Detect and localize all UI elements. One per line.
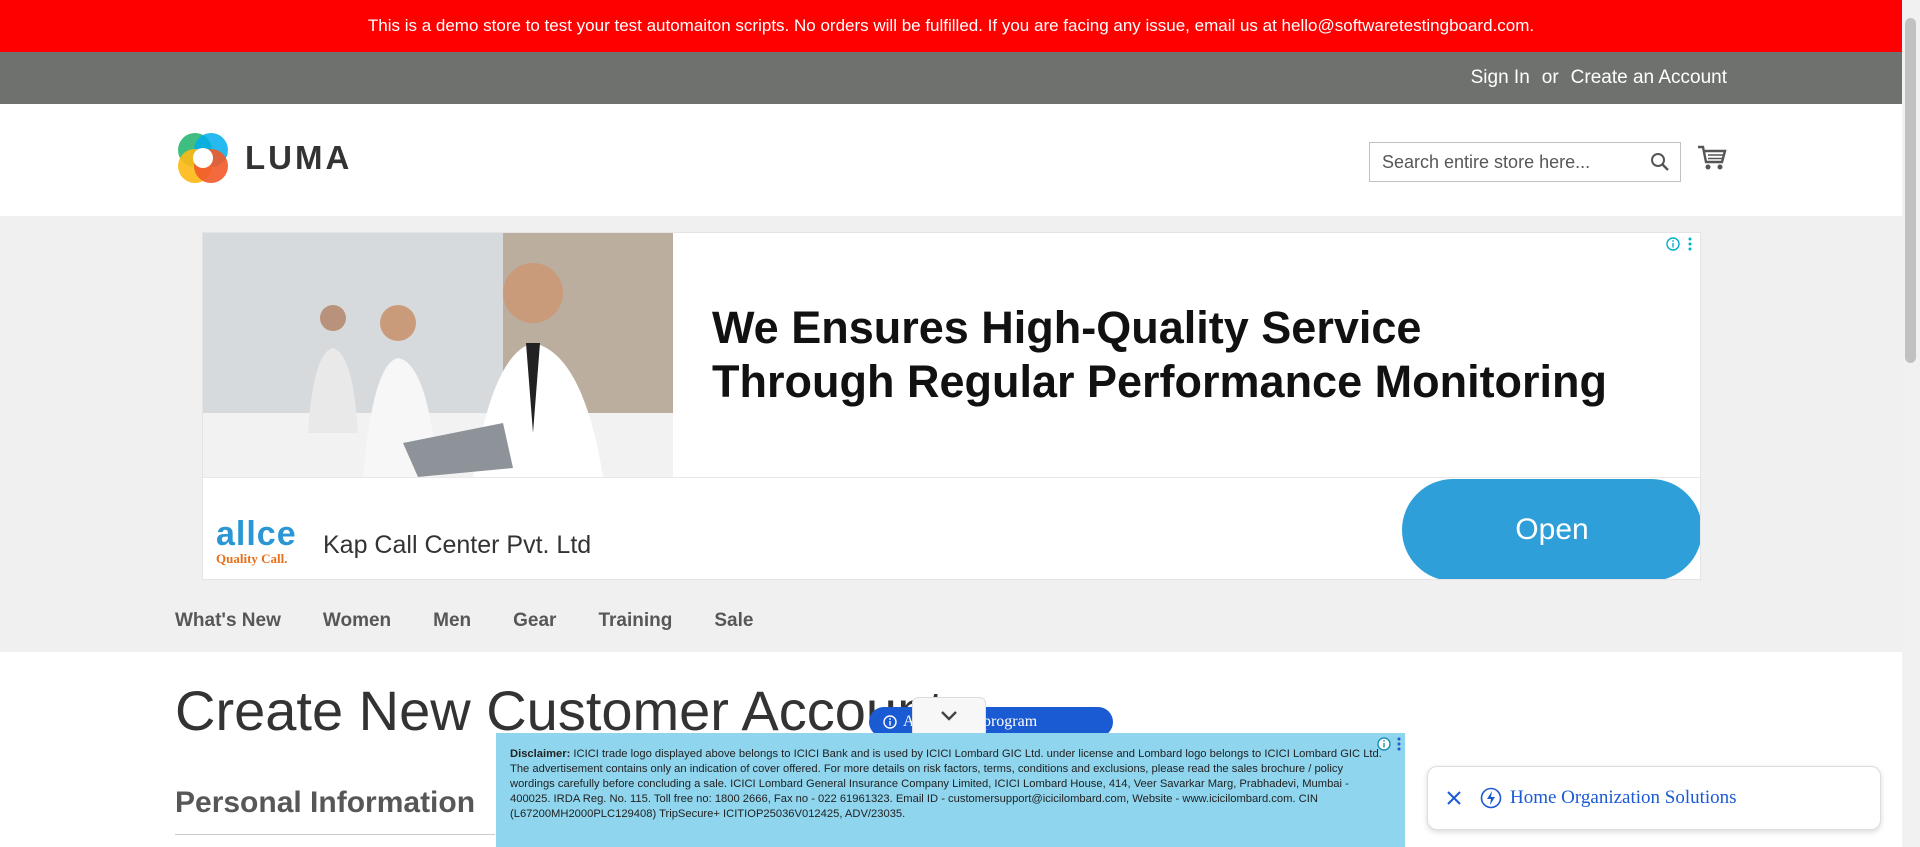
ad-photo-illustration — [203, 233, 673, 477]
ad-photo — [203, 233, 673, 477]
nav-item-gear[interactable]: Gear — [513, 610, 556, 632]
lightning-icon — [1480, 787, 1502, 809]
advertiser-logo-tagline: Quality Call. — [216, 551, 288, 566]
side-ad-chip[interactable]: Home Organization Solutions — [1427, 766, 1881, 830]
demo-banner-text: This is a demo store to test your test a… — [367, 16, 1535, 35]
disclaimer-info-icon[interactable] — [1377, 737, 1391, 751]
ad-banner[interactable]: We Ensures High-Quality Service Through … — [202, 232, 1701, 580]
nav-item-sale[interactable]: Sale — [714, 610, 753, 632]
scrollbar-thumb[interactable] — [1905, 18, 1916, 363]
advertiser-logo: allce Quality Call. — [216, 517, 308, 567]
ad-menu-icon[interactable] — [1688, 237, 1692, 251]
disclaimer-text: ICICI trade logo displayed above belongs… — [510, 748, 1382, 820]
marketing-info-icon — [883, 715, 897, 729]
collapse-ad-button[interactable] — [912, 697, 986, 735]
nav-item-men[interactable]: Men — [433, 610, 471, 632]
search-input[interactable] — [1380, 143, 1644, 181]
ad-divider — [203, 477, 1700, 478]
nav-item-women[interactable]: Women — [323, 610, 391, 632]
ad-area: We Ensures High-Quality Service Through … — [0, 216, 1902, 652]
logo-wordmark: LUMA — [245, 139, 353, 176]
ad-open-button[interactable]: Open — [1402, 479, 1700, 579]
main-navigation: What's New Women Men Gear Training Sale — [175, 610, 795, 632]
panel-header: Sign In or Create an Account — [0, 52, 1902, 104]
demo-store-banner: This is a demo store to test your test a… — [0, 0, 1902, 52]
cart-icon[interactable] — [1697, 144, 1727, 172]
nav-item-training[interactable]: Training — [598, 610, 672, 632]
search-icon[interactable] — [1650, 152, 1670, 172]
header-links: Sign In or Create an Account — [1471, 67, 1727, 89]
advertiser-name: Kap Call Center Pvt. Ltd — [323, 531, 592, 559]
ad-info-icon[interactable] — [1666, 237, 1680, 251]
disclaimer-label: Disclaimer: — [510, 748, 571, 760]
close-icon[interactable] — [1446, 790, 1462, 806]
sign-in-link[interactable]: Sign In — [1471, 67, 1530, 89]
or-separator: or — [1541, 67, 1559, 88]
sticky-ad-disclaimer[interactable]: Disclaimer: ICICI trade logo displayed a… — [496, 733, 1405, 847]
disclaimer-ad-choices[interactable] — [1377, 737, 1401, 751]
disclaimer-menu-icon[interactable] — [1397, 737, 1401, 751]
search-box — [1369, 142, 1681, 182]
page-scrollbar[interactable] — [1902, 0, 1920, 847]
personal-information-heading: Personal Information — [175, 786, 476, 819]
section-divider — [175, 834, 495, 835]
site-header: LUMA — [0, 104, 1902, 216]
side-ad-link[interactable]: Home Organization Solutions — [1480, 787, 1737, 809]
nav-item-whats-new[interactable]: What's New — [175, 610, 281, 632]
ad-headline: We Ensures High-Quality Service Through … — [712, 302, 1608, 407]
luma-logo[interactable]: LUMA — [175, 130, 352, 186]
create-account-link[interactable]: Create an Account — [1571, 67, 1727, 89]
luma-logo-icon — [178, 133, 228, 183]
side-ad-text: Home Organization Solutions — [1510, 787, 1737, 808]
ad-choices[interactable] — [1666, 237, 1692, 251]
chevron-down-icon — [941, 711, 957, 721]
advertiser-logo-text: allce — [216, 515, 297, 553]
